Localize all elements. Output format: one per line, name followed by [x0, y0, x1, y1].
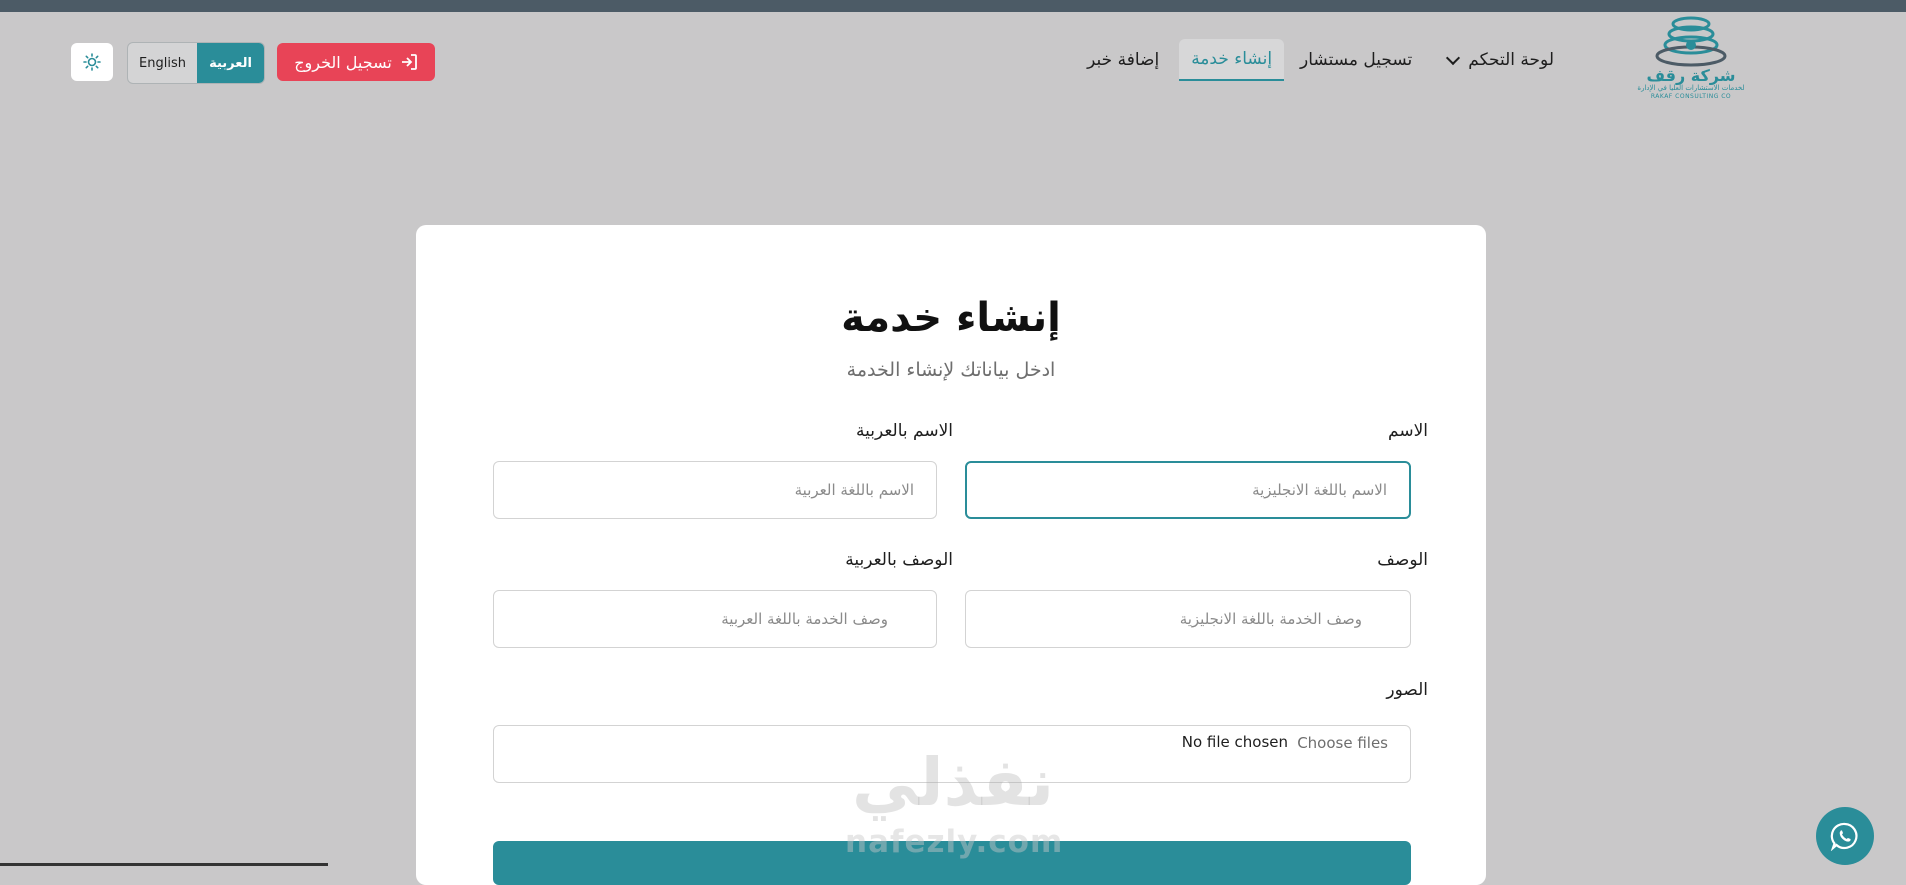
lang-english-button[interactable]: English	[128, 43, 197, 83]
description-ar-label: الوصف بالعربية	[845, 550, 953, 570]
name-en-input[interactable]	[965, 461, 1411, 519]
name-label: الاسم	[1388, 421, 1428, 441]
logout-icon	[401, 54, 417, 70]
description-label: الوصف	[1377, 550, 1428, 570]
main-nav: لوحة التحكم تسجيل مستشار إنشاء خدمة إضاف…	[1075, 39, 1566, 81]
choose-files-button[interactable]: Choose files	[1297, 734, 1388, 752]
whatsapp-icon	[1830, 822, 1858, 851]
sun-icon	[83, 53, 101, 71]
logout-button[interactable]: تسجيل الخروج	[277, 43, 435, 81]
nav-add-news[interactable]: إضافة خبر	[1075, 39, 1171, 81]
name-ar-input[interactable]	[493, 461, 937, 519]
lang-arabic-button[interactable]: العربية	[197, 43, 264, 83]
nav-create-service[interactable]: إنشاء خدمة	[1179, 39, 1285, 81]
brand-name-en: RAKAF CONSULTING CO	[1650, 93, 1732, 100]
nav-add-news-label: إضافة خبر	[1087, 50, 1160, 70]
nav-register-consultant-label: تسجيل مستشار	[1300, 50, 1413, 70]
images-label: الصور	[1386, 680, 1428, 700]
chevron-down-icon	[1446, 50, 1461, 65]
logout-label: تسجيل الخروج	[294, 52, 392, 72]
nav-register-consultant[interactable]: تسجيل مستشار	[1288, 39, 1424, 81]
theme-toggle-button[interactable]	[71, 43, 113, 81]
header: شركة رقف لخدمات الاستشارات العليا في الإ…	[0, 12, 1906, 108]
language-switcher: English العربية	[127, 42, 265, 84]
watermark-ar: نفذلي	[852, 744, 1054, 821]
company-logo[interactable]: شركة رقف لخدمات الاستشارات العليا في الإ…	[1628, 14, 1754, 110]
name-ar-label: الاسم بالعربية	[855, 421, 953, 441]
page-subtitle: ادخل بياناتك لإنشاء الخدمة	[846, 359, 1056, 381]
brand-tagline: لخدمات الاستشارات العليا في الإدارة	[1637, 84, 1745, 92]
brand-name-ar: شركة رقف	[1646, 66, 1736, 85]
watermark-en: nafezly.com	[845, 824, 1064, 860]
nav-create-service-label: إنشاء خدمة	[1191, 49, 1273, 69]
top-strip	[0, 0, 1906, 12]
nav-dashboard-label: لوحة التحكم	[1468, 50, 1554, 70]
description-ar-input[interactable]	[493, 590, 937, 648]
logo-emblem-icon	[1655, 16, 1727, 67]
whatsapp-button[interactable]	[1816, 807, 1874, 865]
nav-dashboard[interactable]: لوحة التحكم	[1436, 39, 1566, 81]
page-title: إنشاء خدمة	[841, 295, 1061, 341]
description-en-input[interactable]	[965, 590, 1411, 648]
file-status: No file chosen	[1181, 733, 1288, 751]
